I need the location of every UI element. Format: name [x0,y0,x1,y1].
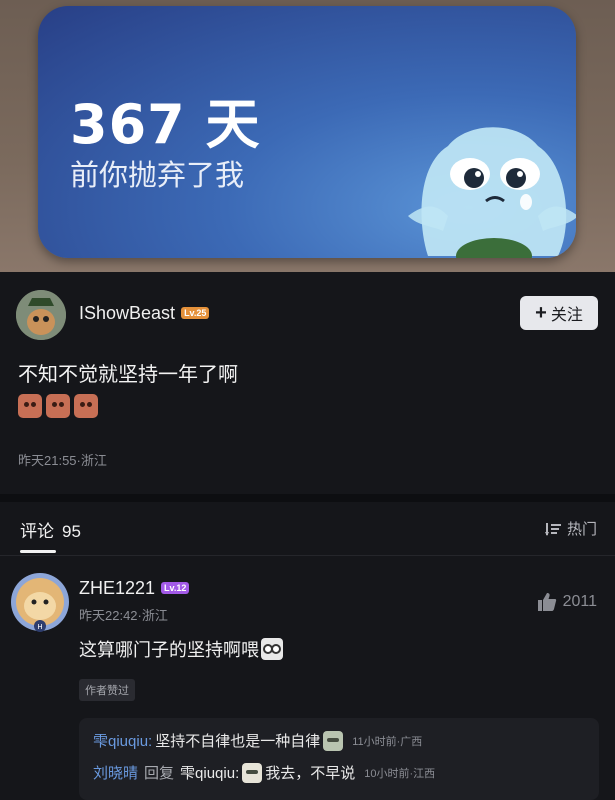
sticker-icon [242,762,263,783]
commenter-avatar[interactable]: H [10,572,70,632]
comment-text: 这算哪门子的坚持啊喂 [79,636,283,662]
post-image[interactable]: 367 天 前你抛弃了我 [0,0,615,272]
post-timestamp: 昨天21:55·浙江 [18,453,107,468]
sort-label: 热门 [566,521,597,538]
reply-item[interactable]: 雫qiuqiu: 坚持不自律也是一种自律 11小时前·广西 [93,730,422,751]
reply-username[interactable]: 刘晓晴 [93,762,138,783]
author-name[interactable]: IShowBeast Lv.25 [79,303,210,324]
thumbs-up-icon [537,593,556,611]
reply-text: 坚持不自律也是一种自律 [155,733,321,750]
comment-item: H ZHE1221 Lv.12 昨天22:42·浙江 2011 这算哪门子的坚持啊… [0,556,615,800]
plus-icon: + [535,302,547,324]
comments-count: 95 [62,522,81,541]
reply-timestamp: 11小时前·广西 [352,735,423,748]
author-liked-badge: 作者赞过 [79,679,135,701]
tab-comments[interactable]: 评论 95 [20,517,81,542]
reply-timestamp: 10小时前·江西 [364,767,436,780]
post-emotes [18,394,98,418]
sort-icon [544,522,561,536]
section-divider [0,494,615,502]
follow-button[interactable]: + 关注 [520,296,598,330]
emote-icon [18,394,42,418]
comment-body: 这算哪门子的坚持啊喂 [79,640,259,660]
post-section: IShowBeast Lv.25 + 关注 不知不觉就坚持一年了啊 昨天21:55… [0,272,615,494]
card-subtitle: 前你抛弃了我 [70,158,245,192]
comments-tab-label: 评论 [20,522,54,541]
like-count: 2011 [562,593,597,610]
active-tab-indicator [20,550,56,553]
reply-text: 我去，不早说 [265,765,356,782]
svg-text:H: H [37,623,42,631]
author-avatar[interactable] [16,290,66,340]
commenter-name[interactable]: ZHE1221 Lv.12 [79,578,190,599]
crying-ghost-mascot-icon [408,127,576,258]
days-count: 367 天 [70,93,261,156]
reply-list[interactable]: 雫qiuqiu: 坚持不自律也是一种自律 11小时前·广西 刘晓晴 回复 雫qi… [79,718,599,800]
like-button[interactable]: 2011 [537,592,597,612]
commenter-username[interactable]: ZHE1221 [79,578,155,598]
emote-icon [46,394,70,418]
post-text: 不知不觉就坚持一年了啊 [18,364,238,386]
app-notification-card: 367 天 前你抛弃了我 [38,6,576,258]
comments-header: 评论 95 热门 [0,502,615,556]
reply-target[interactable]: 雫qiuqiu: [180,762,239,783]
sticker-icon [323,730,344,751]
emote-icon [74,394,98,418]
level-badge: Lv.12 [161,582,190,594]
author-username[interactable]: IShowBeast [79,303,175,323]
reply-verb: 回复 [144,765,175,782]
follow-label: 关注 [550,307,583,324]
level-badge: Lv.25 [181,307,210,319]
reply-item[interactable]: 刘晓晴 回复 雫qiuqiu: 我去，不早说 10小时前·江西 [93,762,435,783]
comment-timestamp: 昨天22:42·浙江 [79,608,168,623]
shocked-face-sticker-icon [261,638,283,660]
sort-button[interactable]: 热门 [544,518,597,539]
avatar-icon [16,290,66,340]
reply-username[interactable]: 雫qiuqiu: [93,730,152,751]
